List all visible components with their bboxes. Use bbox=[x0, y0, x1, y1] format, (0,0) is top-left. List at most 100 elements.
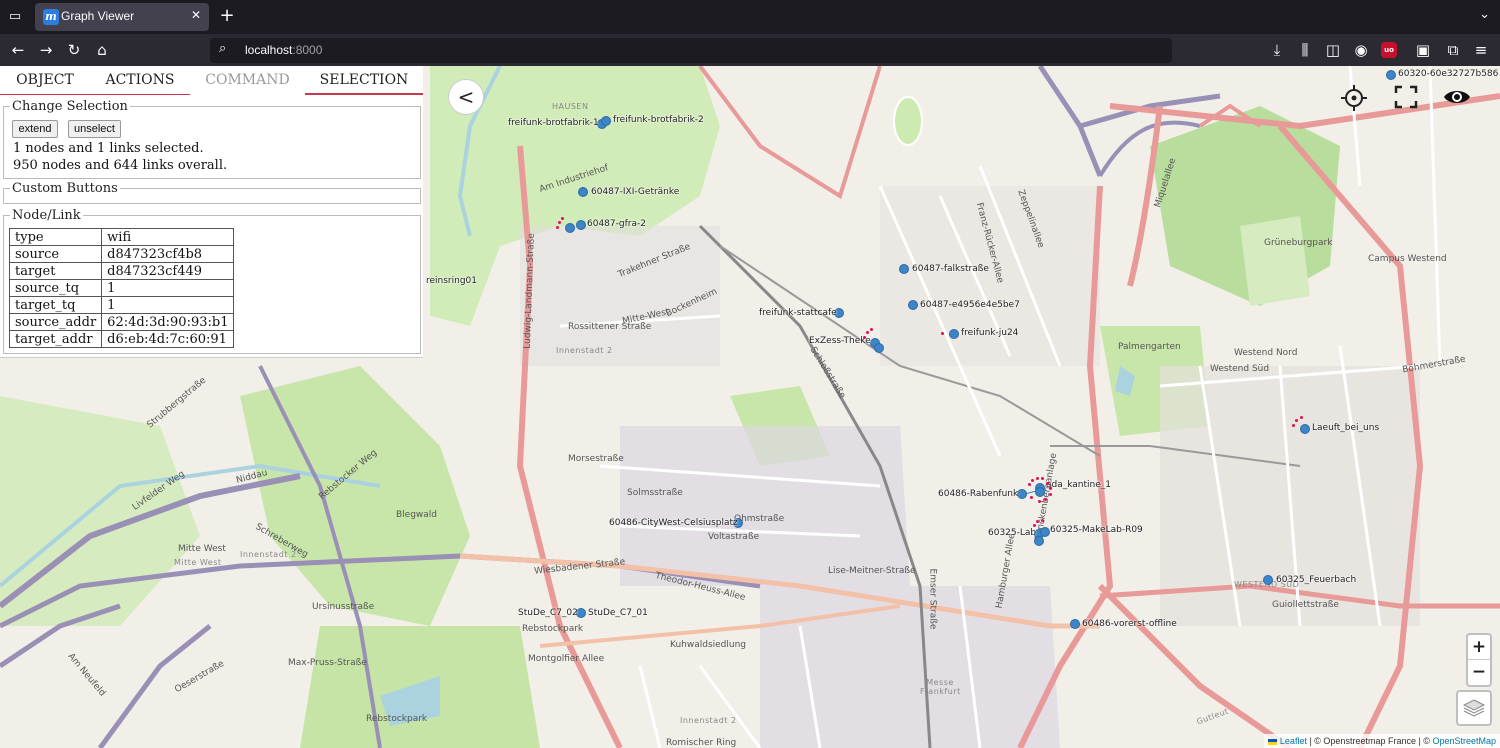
table-row: type wifi bbox=[8, 228, 235, 246]
row-key: source bbox=[8, 245, 103, 263]
row-value: 1 bbox=[101, 279, 235, 297]
link-dot bbox=[1044, 498, 1047, 501]
graph-node[interactable] bbox=[1040, 527, 1050, 537]
url-text: localhost:8000 bbox=[245, 43, 322, 57]
graph-node[interactable] bbox=[576, 220, 586, 230]
custom-buttons-legend: Custom Buttons bbox=[12, 181, 118, 196]
graph-node[interactable] bbox=[949, 329, 959, 339]
tab-close-icon[interactable]: ✕ bbox=[191, 8, 201, 22]
map-label-district: Innenstadt 2 bbox=[680, 716, 737, 725]
tab-overflow-chevron-icon[interactable]: ⌄ bbox=[1479, 7, 1490, 22]
tab-command[interactable]: COMMAND bbox=[190, 66, 305, 95]
graph-node[interactable] bbox=[899, 264, 909, 274]
row-value: d847323cf4b8 bbox=[101, 245, 235, 263]
home-icon[interactable]: ⌂ bbox=[92, 40, 112, 60]
link-dot bbox=[941, 332, 944, 335]
graph-node[interactable] bbox=[874, 343, 884, 353]
link-dot bbox=[1295, 419, 1298, 422]
zoom-out-button[interactable]: − bbox=[1468, 660, 1490, 685]
forward-arrow-icon[interactable]: → bbox=[36, 40, 56, 60]
locate-crosshair-icon[interactable] bbox=[1340, 84, 1368, 112]
graph-node[interactable] bbox=[1386, 70, 1396, 80]
site-favicon-icon: m bbox=[43, 9, 59, 25]
browser-tab-active[interactable]: m Graph Viewer ✕ bbox=[35, 3, 209, 31]
map-label-street: Blegwald bbox=[396, 510, 438, 520]
map-label-street: Max-Pruss-Straße bbox=[288, 658, 367, 668]
node-label: 60486-Rabenfunk bbox=[938, 489, 1019, 499]
graph-node[interactable] bbox=[1070, 619, 1080, 629]
menu-hamburger-icon[interactable]: ≡ bbox=[1471, 40, 1491, 60]
link-dot bbox=[1038, 500, 1041, 503]
link-dot bbox=[1031, 479, 1034, 482]
map-label-hausen: HAUSEN bbox=[552, 102, 589, 111]
account-icon[interactable]: ◉ bbox=[1351, 40, 1371, 60]
graph-node[interactable] bbox=[578, 187, 588, 197]
url-port: :8000 bbox=[292, 43, 323, 57]
openstreetmap-link[interactable]: OpenStreetMap bbox=[1432, 736, 1496, 746]
map-label-park: Palmengarten bbox=[1118, 342, 1181, 352]
map-label-district: Westend Süd bbox=[1210, 364, 1270, 374]
ublock-extension-icon[interactable]: uo bbox=[1381, 42, 1397, 58]
link-dot bbox=[1041, 477, 1044, 480]
link-dot bbox=[1049, 493, 1052, 496]
graph-node[interactable] bbox=[1263, 575, 1273, 585]
unselect-button[interactable]: unselect bbox=[68, 120, 121, 138]
address-bar[interactable]: ⌕ localhost:8000 bbox=[210, 38, 1172, 63]
map-label-street: Solmsstraße bbox=[627, 488, 683, 498]
node-label: Laeuft_bei_uns bbox=[1312, 423, 1380, 433]
node-label: reinsring01 bbox=[426, 276, 478, 286]
node-label: StuDe_C7_01 bbox=[588, 608, 648, 618]
extensions-puzzle-icon[interactable]: ⧉ bbox=[1443, 40, 1463, 60]
tab-selection[interactable]: SELECTION bbox=[305, 66, 423, 95]
link-dot bbox=[1033, 524, 1036, 527]
map-attribution: Leaflet | © Openstreetmap France | © Ope… bbox=[1264, 734, 1500, 748]
collapse-panel-button[interactable]: < bbox=[448, 79, 484, 115]
row-value: wifi bbox=[101, 228, 235, 246]
tab-title: Graph Viewer bbox=[61, 9, 135, 23]
graph-node[interactable] bbox=[1035, 487, 1045, 497]
node-link-table: type wifi source d847323cf4b8 target d847323c… bbox=[8, 228, 235, 348]
table-row: target_addr d6:eb:4d:7c:60:91 bbox=[8, 330, 235, 348]
link-dot bbox=[1046, 482, 1049, 485]
graph-node[interactable] bbox=[908, 300, 918, 310]
graph-node-selected[interactable] bbox=[1017, 489, 1027, 499]
leaflet-link[interactable]: Leaflet bbox=[1280, 736, 1307, 746]
map-label-district: Mitte West bbox=[178, 544, 226, 554]
tab-list-icon[interactable]: ▭ bbox=[6, 8, 24, 26]
node-label: freifunk-brotfabrik-1 bbox=[508, 118, 599, 128]
new-tab-plus-icon[interactable]: + bbox=[218, 5, 236, 26]
tab-actions[interactable]: ACTIONS bbox=[90, 66, 190, 95]
node-label: 60486-vorerst-offline bbox=[1082, 619, 1177, 629]
map-label-street: Lise-Meitner-Straße bbox=[828, 566, 916, 576]
node-label: 60325_Feuerbach bbox=[1276, 575, 1357, 585]
download-icon[interactable]: ⤓ bbox=[1267, 40, 1287, 60]
map-label-district: Westend Nord bbox=[1234, 348, 1298, 358]
fullscreen-icon[interactable] bbox=[1393, 84, 1419, 110]
tab-object[interactable]: OBJECT bbox=[0, 66, 90, 95]
reload-icon[interactable]: ↻ bbox=[64, 40, 84, 60]
back-arrow-icon[interactable]: ← bbox=[8, 40, 28, 60]
node-label: freifunk-ju24 bbox=[961, 328, 1019, 338]
layers-icon[interactable] bbox=[1456, 690, 1492, 726]
custom-buttons-fieldset: Custom Buttons bbox=[3, 181, 421, 204]
link-dot bbox=[1036, 477, 1039, 480]
row-key: target_addr bbox=[8, 330, 103, 348]
node-label: StuDe_C7_02 bbox=[518, 608, 578, 618]
sidebar-icon[interactable]: ◫ bbox=[1323, 40, 1343, 60]
graph-node[interactable] bbox=[1300, 424, 1310, 434]
zoom-in-button[interactable]: + bbox=[1468, 635, 1490, 660]
graph-node[interactable] bbox=[601, 116, 611, 126]
link-dot bbox=[1030, 496, 1033, 499]
node-label: ada_kantine_1 bbox=[1046, 480, 1112, 490]
extend-button[interactable]: extend bbox=[12, 120, 58, 138]
map-label-street: Rebstockpark bbox=[522, 624, 584, 634]
graph-node[interactable] bbox=[565, 223, 575, 233]
image-extension-icon[interactable]: ▣ bbox=[1413, 40, 1433, 60]
map-label-district: Mitte West bbox=[174, 558, 222, 567]
side-panel: OBJECT ACTIONS COMMAND SELECTION Change … bbox=[0, 66, 423, 358]
node-label: 60320-60e32727b586 bbox=[1398, 69, 1499, 79]
library-icon[interactable]: ⫼ bbox=[1295, 40, 1315, 60]
node-label: 60325-Lab bbox=[988, 528, 1037, 538]
eye-visibility-icon[interactable] bbox=[1442, 86, 1472, 108]
map-label-street: Ursinusstraße bbox=[312, 602, 375, 612]
